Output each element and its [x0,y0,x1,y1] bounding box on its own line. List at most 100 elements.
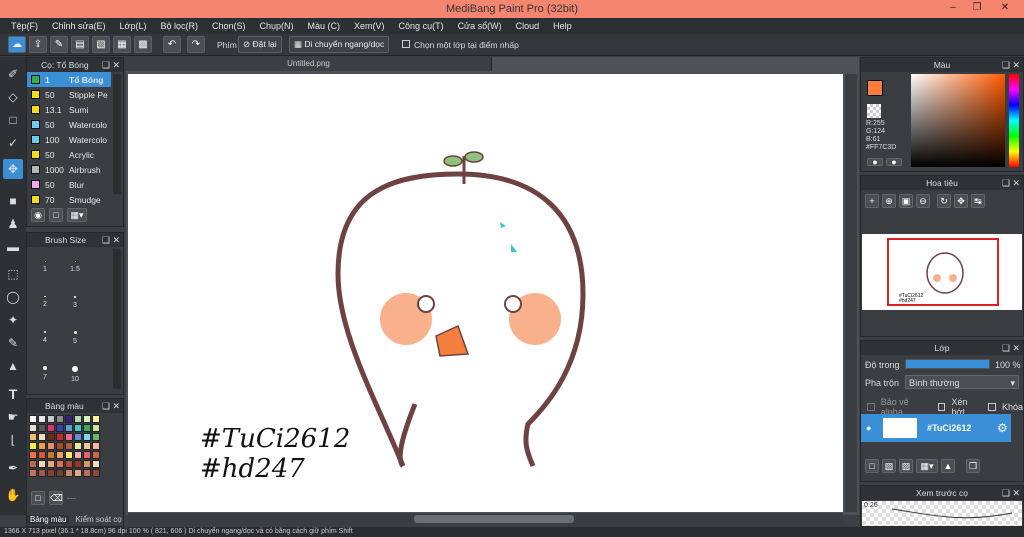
select-eraser-icon[interactable]: ▲ [3,356,23,376]
swatch-cell[interactable] [92,460,100,468]
swatch-cell[interactable] [74,460,82,468]
layer-row[interactable]: ● #TuCi2612 ⚙ [861,414,1011,442]
hscroll-thumb[interactable] [414,515,574,523]
new-swatch-icon[interactable]: □ [31,491,45,505]
rotate-icon[interactable]: ↻ [937,194,951,208]
grid-icon[interactable]: ▩ [134,36,152,53]
menu-item[interactable]: Công cụ(T) [392,21,451,31]
gradient-tool-icon[interactable]: ▬ [3,237,23,257]
protect-alpha-checkbox[interactable] [867,403,875,411]
brush-size-cell[interactable]: 5 [61,319,89,353]
eraser-tool-icon[interactable]: ◇ [3,87,23,107]
swatch-cell[interactable] [29,451,37,459]
clipping-checkbox[interactable] [937,403,946,411]
swatch-cell[interactable] [65,460,73,468]
menu-item[interactable]: Lớp(L) [113,21,154,31]
swatch-cell[interactable] [38,415,46,423]
brush-item[interactable]: 70 Smudge [27,192,111,207]
fill-rect-tool-icon[interactable]: ■ [3,191,23,211]
panel-close-icon[interactable]: ❑ ✕ [1002,58,1020,72]
navigator-preview[interactable]: #TuCi2612 #hd247 [862,234,1022,310]
foreground-color[interactable] [867,80,883,96]
swatch-cell[interactable] [92,424,100,432]
swatch-cell[interactable] [38,451,46,459]
dot-tool-icon[interactable]: ✓ [3,133,23,153]
close-icon[interactable]: ✕ [992,2,1018,16]
eyedropper-icon[interactable]: ⌊ [3,430,23,450]
swatch-cell[interactable] [29,415,37,423]
magic-wand-icon[interactable]: ✦ [3,310,23,330]
menu-item[interactable]: Chọn(S) [205,21,253,31]
swatch-cell[interactable] [92,469,100,477]
fit-icon[interactable]: ▣ [899,194,913,208]
menu-item[interactable]: Chụp(N) [253,21,301,31]
brush-size-cell[interactable]: 1.5 [61,249,89,283]
share-icon[interactable]: ⇪ [29,36,47,53]
brush-size-cell[interactable]: 3 [61,284,89,318]
cloud-icon[interactable]: ☁ [8,36,26,53]
swatch-cell[interactable] [56,442,64,450]
tab-swatch[interactable]: Bảng màu [27,515,70,524]
brush-item[interactable]: 50 Stipple Pe [27,87,111,102]
swatch-cell[interactable] [83,451,91,459]
menu-item[interactable]: Chỉnh sửa(E) [45,21,113,31]
layer-menu-icon[interactable]: ▦▾ [916,459,938,473]
swatch-cell[interactable] [29,442,37,450]
canvas[interactable]: #TuCi2612 #hd247 [128,74,843,512]
page-icon[interactable]: ▧ [92,36,110,53]
menu-item[interactable]: Help [546,21,579,31]
swatch-cell[interactable] [65,451,73,459]
panel-close-icon[interactable]: ❑ ✕ [1002,341,1020,355]
swatch-cell[interactable] [38,469,46,477]
panel-close-icon[interactable]: ❑ ✕ [102,233,120,247]
swatch-cell[interactable] [65,469,73,477]
panel-close-icon[interactable]: ❑ ✕ [1002,486,1020,500]
add-brush-icon[interactable]: ◉ [31,208,45,222]
swatch-cell[interactable] [47,442,55,450]
swatch-cell[interactable] [56,469,64,477]
zoom-out-icon[interactable]: ⊖ [916,194,930,208]
operation-tool-icon[interactable]: ☛ [3,407,23,427]
swatch-cell[interactable] [38,433,46,441]
new-color-layer-icon[interactable]: ▧ [882,459,896,473]
swatch-cell[interactable] [56,451,64,459]
pen-tool-icon[interactable]: ✒ [3,458,23,478]
swatch-cell[interactable] [83,442,91,450]
swatch-cell[interactable] [47,469,55,477]
swatch-cell[interactable] [74,415,82,423]
tab-brush-control[interactable]: Kiểm soát cọ [75,515,121,524]
lasso-icon[interactable]: ◯ [3,287,23,307]
brush-item[interactable]: 13.1 Sumi [27,102,111,117]
menu-item[interactable]: Màu (C) [301,21,348,31]
panels-icon[interactable]: ▦ [113,36,131,53]
swatch-cell[interactable] [83,460,91,468]
swatch-cell[interactable] [29,433,37,441]
canvas-hscroll[interactable] [128,513,843,525]
gear-icon[interactable]: ⚙ [997,421,1008,435]
swatch-cell[interactable] [47,415,55,423]
zoom-in-icon[interactable]: + [865,194,879,208]
document-tab[interactable]: Untitled.png [126,57,492,71]
merge-layer-icon[interactable]: ❐ [966,459,980,473]
swatch-cell[interactable] [56,433,64,441]
menu-item[interactable]: Xem(V) [347,21,392,31]
swatch-cell[interactable] [74,424,82,432]
swatch-cell[interactable] [83,433,91,441]
swatch-cell[interactable] [38,442,46,450]
color-mode-icon[interactable]: ● [867,158,883,167]
zoom-in-alt-icon[interactable]: ⊕ [882,194,896,208]
brush-size-cell[interactable]: 4 [31,319,59,353]
lock-checkbox[interactable] [988,403,996,411]
swatch-cell[interactable] [47,451,55,459]
undo-icon[interactable]: ↶ [163,36,181,53]
text-tool-icon[interactable]: T [3,384,23,404]
swatch-cell[interactable] [83,469,91,477]
swatch-cell[interactable] [83,415,91,423]
brush-item[interactable]: 50 Acrylic [27,147,111,162]
visibility-icon[interactable]: ● [866,423,871,433]
swatch-cell[interactable] [65,433,73,441]
size-scrollbar[interactable] [113,249,121,389]
swatch-cell[interactable] [74,442,82,450]
list-icon[interactable]: ▤ [71,36,89,53]
panel-close-icon[interactable]: ❑ ✕ [102,58,120,72]
